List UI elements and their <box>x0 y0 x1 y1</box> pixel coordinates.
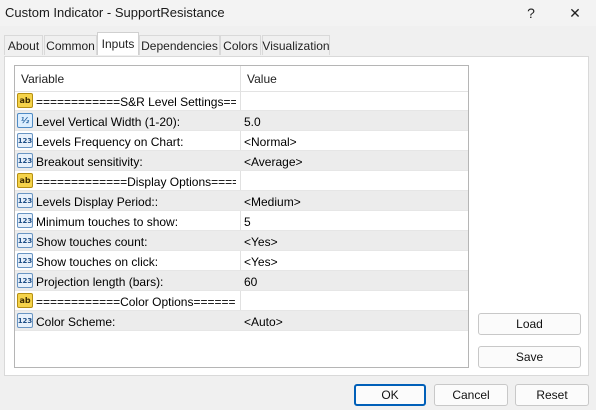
title-bar: Custom Indicator - SupportResistance ? ✕ <box>0 0 596 26</box>
value-cell[interactable]: 5.0 <box>244 115 261 129</box>
variable-cell: ============S&R Level Settings====... <box>36 95 236 109</box>
integer-type-icon: 123 <box>17 253 33 268</box>
text-type-icon: ab <box>17 173 33 188</box>
variable-cell: Levels Display Period:: <box>36 195 159 209</box>
grid-row[interactable]: ab============S&R Level Settings====... <box>15 91 468 111</box>
variable-cell: Projection length (bars): <box>36 275 164 289</box>
variable-cell: Minimum touches to show: <box>36 215 179 229</box>
value-cell[interactable]: <Average> <box>244 155 303 169</box>
help-button[interactable]: ? <box>517 2 545 24</box>
variable-cell: Levels Frequency on Chart: <box>36 135 184 149</box>
grid-row[interactable]: ½ Level Vertical Width (1-20): 5.0 <box>15 111 468 131</box>
tab-about[interactable]: About <box>4 35 43 55</box>
grid-row[interactable]: 123 Breakout sensitivity: <Average> <box>15 151 468 171</box>
tab-colors[interactable]: Colors <box>220 35 261 55</box>
variable-cell: Breakout sensitivity: <box>36 155 143 169</box>
grid-row[interactable]: 123 Show touches count: <Yes> <box>15 231 468 251</box>
header-value: Value <box>247 72 277 86</box>
integer-type-icon: 123 <box>17 313 33 328</box>
value-cell[interactable]: <Yes> <box>244 235 278 249</box>
grid-row[interactable]: ab============Color Options=========... <box>15 291 468 311</box>
variable-cell: =============Display Options======... <box>36 175 236 189</box>
value-cell[interactable]: <Normal> <box>244 135 297 149</box>
save-button[interactable]: Save <box>478 346 581 368</box>
variable-cell: ============Color Options=========... <box>36 295 236 309</box>
ok-button[interactable]: OK <box>354 384 426 406</box>
integer-type-icon: 123 <box>17 213 33 228</box>
grid-header: Variable Value <box>15 66 468 92</box>
tab-dependencies[interactable]: Dependencies <box>139 35 220 55</box>
tab-common[interactable]: Common <box>44 35 97 55</box>
variable-cell: Color Scheme: <box>36 315 116 329</box>
grid-row[interactable]: 123 Minimum touches to show: 5 <box>15 211 468 231</box>
value-cell[interactable]: 5 <box>244 215 251 229</box>
value-cell[interactable]: <Auto> <box>244 315 283 329</box>
integer-type-icon: 123 <box>17 133 33 148</box>
grid-row[interactable]: 123 Color Scheme: <Auto> <box>15 311 468 331</box>
header-variable: Variable <box>21 72 65 86</box>
integer-type-icon: 123 <box>17 193 33 208</box>
variable-cell: Level Vertical Width (1-20): <box>36 115 181 129</box>
grid-row[interactable]: 123 Levels Frequency on Chart: <Normal> <box>15 131 468 151</box>
reset-button[interactable]: Reset <box>515 384 589 406</box>
text-type-icon: ab <box>17 293 33 308</box>
integer-type-icon: 123 <box>17 233 33 248</box>
integer-type-icon: 123 <box>17 273 33 288</box>
double-type-icon: ½ <box>17 113 33 128</box>
grid-row[interactable]: 123 Levels Display Period:: <Medium> <box>15 191 468 211</box>
tab-visualization[interactable]: Visualization <box>262 35 330 55</box>
grid-row[interactable]: 123 Show touches on click: <Yes> <box>15 251 468 271</box>
variable-cell: Show touches on click: <box>36 255 159 269</box>
window-title: Custom Indicator - SupportResistance <box>5 5 225 20</box>
text-type-icon: ab <box>17 93 33 108</box>
tab-inputs[interactable]: Inputs <box>97 32 139 55</box>
integer-type-icon: 123 <box>17 153 33 168</box>
value-cell[interactable]: <Yes> <box>244 255 278 269</box>
load-button[interactable]: Load <box>478 313 581 335</box>
grid-row[interactable]: ab=============Display Options======... <box>15 171 468 191</box>
variable-cell: Show touches count: <box>36 235 148 249</box>
inputs-grid[interactable]: Variable Value ab ============S&R Level S… <box>14 65 469 368</box>
value-cell[interactable]: <Medium> <box>244 195 301 209</box>
close-button[interactable]: ✕ <box>561 2 589 24</box>
help-icon: ? <box>527 5 535 21</box>
value-cell[interactable]: 60 <box>244 275 257 289</box>
cancel-button[interactable]: Cancel <box>434 384 508 406</box>
close-icon: ✕ <box>569 4 581 21</box>
grid-row[interactable]: 123 Projection length (bars): 60 <box>15 271 468 291</box>
